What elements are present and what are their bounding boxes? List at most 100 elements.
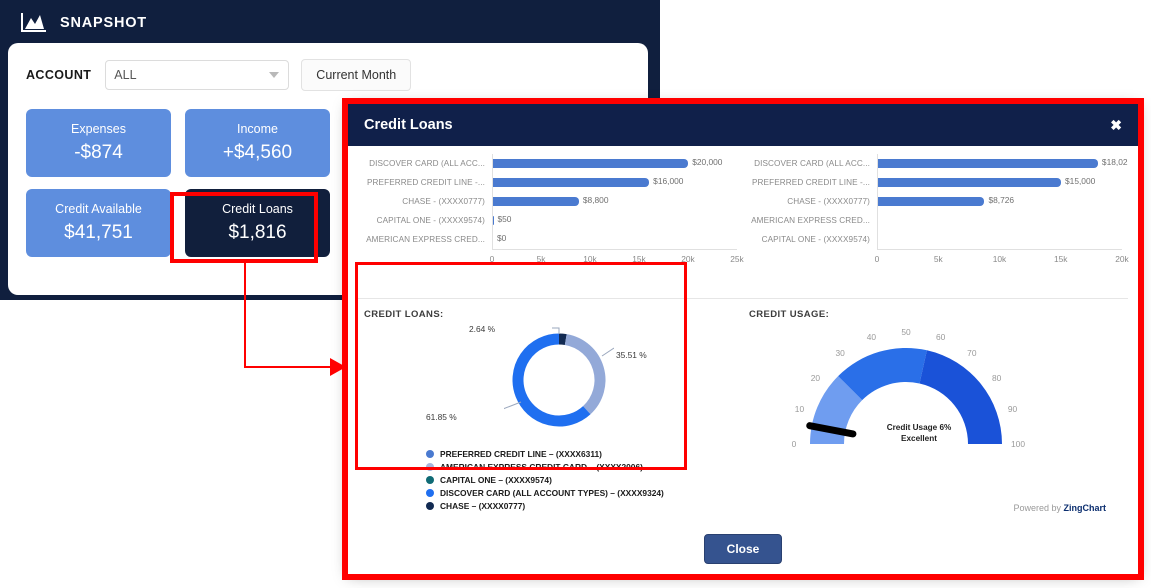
- bar-charts-row: DISCOVER CARD (ALL ACC... $20,000 PREFERRE…: [348, 146, 1138, 298]
- bar-axis: 05k10k15k20k: [877, 249, 1122, 268]
- legend-label: PREFERRED CREDIT LINE – (XXXX6311): [440, 449, 602, 459]
- bar-category-label: CAPITAL ONE - (XXXX9574): [749, 235, 877, 244]
- donut-leader-top: [552, 328, 559, 334]
- account-label: ACCOUNT: [26, 68, 91, 82]
- credit-limits-bar-chart: DISCOVER CARD (ALL ACC... $20,000 PREFERRE…: [358, 154, 743, 298]
- bar-track: [877, 211, 1122, 230]
- legend-label: CAPITAL ONE – (XXXX9574): [440, 475, 552, 485]
- donut-leader-left: [504, 402, 521, 414]
- lower-charts-row: CREDIT LOANS: 2.64 % 35.51 % 61.85 % PRE…: [348, 299, 1138, 519]
- bar-fill[interactable]: [493, 159, 688, 168]
- close-x-icon[interactable]: ✖: [1110, 118, 1122, 132]
- legend-item[interactable]: AMERICAN EXPRESS CREDIT CARD – (XXXX2006…: [426, 460, 664, 473]
- bar-value-label: $8,800: [583, 195, 609, 205]
- legend-item[interactable]: PREFERRED CREDIT LINE – (XXXX6311): [426, 447, 664, 460]
- tile-label: Income: [237, 122, 278, 136]
- tile-expenses[interactable]: Expenses-$874: [26, 109, 171, 177]
- bar-category-label: CHASE - (XXXX0777): [364, 197, 492, 206]
- bar-fill[interactable]: [878, 159, 1098, 168]
- tile-value: -$874: [74, 142, 123, 164]
- bar-row: PREFERRED CREDIT LINE -... $16,000: [364, 173, 737, 192]
- annotation-arrow-head: [330, 358, 346, 376]
- dialog-header: Credit Loans ✖: [348, 104, 1138, 146]
- bar-row: CAPITAL ONE - (XXXX9574)$50: [364, 211, 737, 230]
- bar-row: CHASE - (XXXX0777) $8,726: [749, 192, 1122, 211]
- donut-slice[interactable]: [518, 339, 587, 421]
- app-header: SNAPSHOT: [0, 0, 660, 45]
- gauge-rating-text: Excellent: [844, 433, 994, 444]
- legend-label: AMERICAN EXPRESS CREDIT CARD – (XXXX2006…: [440, 462, 643, 472]
- donut-leader-right: [602, 348, 614, 356]
- axis-tick-label: 15k: [1054, 254, 1068, 264]
- current-month-button[interactable]: Current Month: [301, 59, 411, 91]
- tile-label: Credit Available: [55, 202, 142, 216]
- page-title: SNAPSHOT: [60, 15, 147, 31]
- axis-tick-label: 20k: [1115, 254, 1129, 264]
- gauge-tick-label: 100: [1011, 439, 1025, 449]
- bar-category-label: PREFERRED CREDIT LINE -...: [364, 178, 492, 187]
- axis-tick-label: 15k: [632, 254, 646, 264]
- donut-chart: 2.64 % 35.51 % 61.85 %: [364, 322, 737, 434]
- gauge-tick-label: 90: [1008, 404, 1017, 414]
- account-select-value: ALL: [114, 68, 136, 82]
- bar-category-label: PREFERRED CREDIT LINE -...: [749, 178, 877, 187]
- legend-color-dot: [426, 463, 434, 471]
- tile-value: +$4,560: [223, 142, 292, 164]
- annotation-line-vertical: [244, 263, 246, 368]
- bar-category-label: DISCOVER CARD (ALL ACC...: [364, 159, 492, 168]
- axis-tick-label: 10k: [993, 254, 1007, 264]
- axis-tick-label: 0: [875, 254, 880, 264]
- bar-track: [877, 230, 1122, 249]
- bar-value-label: $8,726: [988, 195, 1014, 205]
- donut-slice[interactable]: [566, 340, 600, 411]
- bar-category-label: CHASE - (XXXX0777): [749, 197, 877, 206]
- legend-item[interactable]: CHASE – (XXXX0777): [426, 499, 664, 512]
- gauge-tick-label: 70: [967, 348, 976, 358]
- attribution-prefix: Powered by: [1013, 503, 1063, 513]
- tile-credit-available[interactable]: Credit Available$41,751: [26, 189, 171, 257]
- bar-fill[interactable]: [878, 178, 1061, 187]
- credit-usage-gauge-panel: CREDIT USAGE: 0102030405060708090100 Cre…: [743, 309, 1128, 519]
- bar-value-label: $15,000: [1065, 176, 1095, 186]
- legend-color-dot: [426, 450, 434, 458]
- chart-mountain-icon: [20, 11, 48, 35]
- bar-row: DISCOVER CARD (ALL ACC...$18,02: [749, 154, 1122, 173]
- bar-track: $20,000: [492, 154, 737, 173]
- bar-value-label: $16,000: [653, 176, 683, 186]
- bar-fill[interactable]: [878, 197, 984, 206]
- bar-fill[interactable]: [493, 178, 649, 187]
- legend-item[interactable]: DISCOVER CARD (ALL ACCOUNT TYPES) – (XXX…: [426, 486, 664, 499]
- legend-item[interactable]: CAPITAL ONE – (XXXX9574): [426, 473, 664, 486]
- donut-svg: [504, 326, 614, 434]
- bar-row: CAPITAL ONE - (XXXX9574): [749, 230, 1122, 249]
- tile-income[interactable]: Income +$4,560: [185, 109, 330, 177]
- axis-tick-label: 0: [490, 254, 495, 264]
- bar-fill[interactable]: [493, 197, 579, 206]
- credit-available-bar-chart: DISCOVER CARD (ALL ACC...$18,02 PREFERRED…: [743, 154, 1128, 298]
- account-select[interactable]: ALL: [105, 60, 289, 90]
- axis-tick-label: 10k: [583, 254, 597, 264]
- bar-value-label: $20,000: [692, 157, 722, 167]
- gauge-tick-label: 50: [901, 327, 910, 337]
- gauge-tick-label: 30: [835, 348, 844, 358]
- bar-row: AMERICAN EXPRESS CRED...: [749, 211, 1122, 230]
- bar-track: $18,02: [877, 154, 1122, 173]
- attribution-brand: ZingChart: [1064, 503, 1107, 513]
- donut-slice[interactable]: [559, 339, 566, 340]
- close-button[interactable]: Close: [704, 534, 783, 564]
- axis-tick-label: 5k: [934, 254, 943, 264]
- credit-loans-dialog: Credit Loans ✖ DISCOVER CARD (ALL ACC...…: [348, 104, 1138, 574]
- gauge-tick-label: 60: [936, 332, 945, 342]
- axis-tick-label: 25k: [730, 254, 744, 264]
- gauge-value-text: Credit Usage 6%: [844, 422, 994, 433]
- legend-color-dot: [426, 489, 434, 497]
- legend-color-dot: [426, 476, 434, 484]
- dialog-title: Credit Loans: [364, 117, 453, 133]
- bar-value-label: $0: [497, 233, 506, 243]
- bar-track: $8,800: [492, 192, 737, 211]
- bar-row: CHASE - (XXXX0777) $8,800: [364, 192, 737, 211]
- legend-label: CHASE – (XXXX0777): [440, 501, 525, 511]
- donut-pct-label-chase: 2.64 %: [469, 324, 495, 334]
- bar-track: $15,000: [877, 173, 1122, 192]
- filter-row: ACCOUNT ALL Current Month: [26, 59, 411, 91]
